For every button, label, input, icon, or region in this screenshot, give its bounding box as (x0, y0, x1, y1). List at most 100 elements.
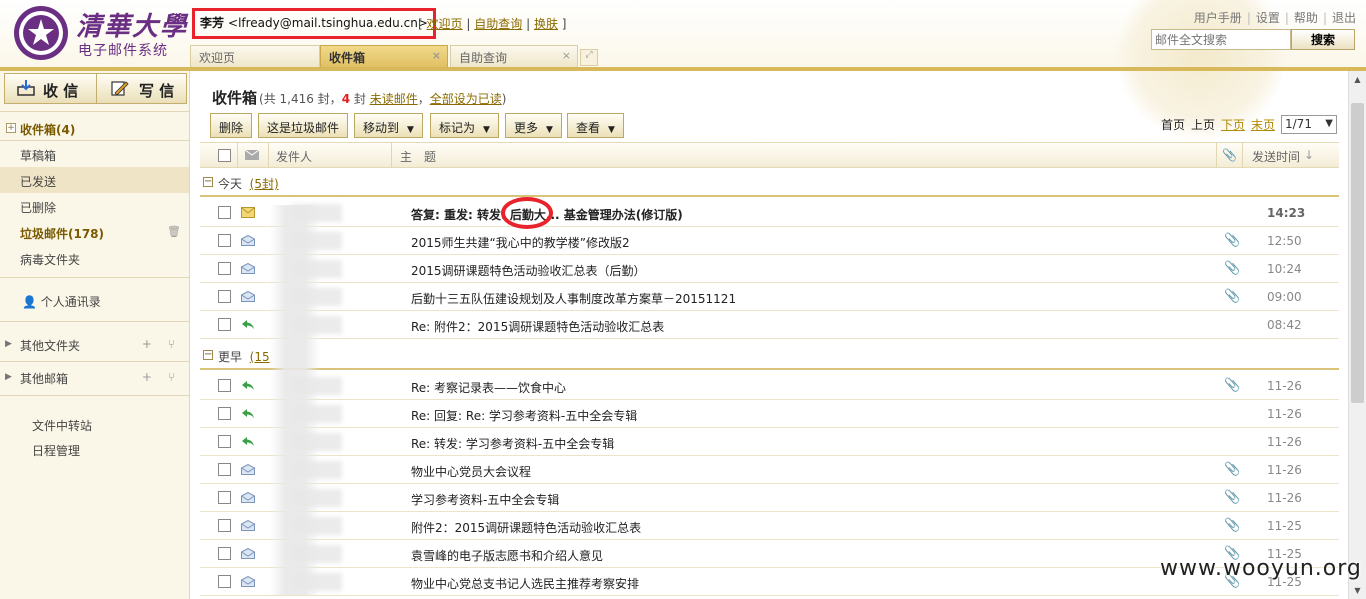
self-query-link[interactable]: 自助查询 (474, 17, 522, 31)
sidebar-item-deleted[interactable]: 已删除 (0, 193, 189, 219)
first-page-link[interactable]: 首页 (1161, 118, 1185, 132)
row-checkbox[interactable] (218, 463, 231, 476)
close-icon[interactable]: × (562, 49, 571, 62)
search-button[interactable]: 搜索 (1291, 29, 1355, 50)
close-icon[interactable]: × (432, 49, 441, 62)
message-subject[interactable]: 袁雪峰的电子版志愿书和介绍人意见 (411, 547, 603, 564)
collapse-icon[interactable]: − (203, 177, 213, 187)
message-subject[interactable]: Re: 转发: 学习参考资料-五中全会专辑 (411, 435, 614, 452)
next-page-link[interactable]: 下页 (1221, 118, 1245, 132)
logout-link[interactable]: 退出 (1332, 11, 1356, 25)
vertical-scrollbar[interactable]: ▲ ▼ (1348, 71, 1366, 599)
scroll-up-icon[interactable]: ▲ (1349, 71, 1366, 88)
expand-triangle-icon[interactable]: ▶ (5, 372, 12, 382)
user-manual-link[interactable]: 用户手册 (1194, 11, 1242, 25)
message-subject[interactable]: 物业中心党总支书记人选民主推荐考察安排 (411, 575, 639, 592)
sidebar-item-other-folders[interactable]: ▶ 其他文件夹 + ⑂ (0, 333, 189, 357)
last-page-link[interactable]: 末页 (1251, 118, 1275, 132)
message-row[interactable]: 2015师生共建“我心中的教学楼”修改版2 📎 12:50 (200, 227, 1339, 255)
sidebar-item-inbox[interactable]: + 收件箱(4) (0, 115, 189, 141)
delete-button[interactable]: 删除 (210, 113, 253, 138)
row-checkbox[interactable] (218, 262, 231, 275)
message-row[interactable]: Re: 考察记录表——饮食中心 📎 11-26 (200, 372, 1339, 400)
tab-self-query[interactable]: 自助查询 × (450, 45, 578, 67)
message-row[interactable]: 后勤十三五队伍建设规划及人事制度改革方案草－20151121 📎 09:00 (200, 283, 1339, 311)
mark-all-read-link[interactable]: 全部设为已读 (430, 92, 502, 106)
compose-button[interactable]: 写 信 (96, 74, 187, 103)
prev-page-link[interactable]: 上页 (1191, 118, 1215, 132)
sort-desc-icon[interactable]: ↓ (1304, 148, 1314, 162)
sidebar-item-file-transfer[interactable]: 文件中转站 (0, 411, 189, 437)
column-subject[interactable]: 主 题 (400, 148, 436, 165)
unread-mail-link[interactable]: 未读邮件 (370, 92, 418, 106)
receive-button[interactable]: 收 信 (5, 74, 96, 103)
settings-link[interactable]: 设置 (1256, 11, 1280, 25)
search-input[interactable] (1151, 29, 1291, 50)
group-count[interactable]: (15 (250, 350, 270, 364)
sidebar-item-spam[interactable]: 垃圾邮件(178) 🗑 (0, 219, 189, 245)
row-checkbox[interactable] (218, 519, 231, 532)
message-row[interactable]: Re: 附件2：2015调研课题特色活动验收汇总表 08:42 (200, 311, 1339, 339)
message-row[interactable]: 答复: 重发: 转发: 后勤大... 基金管理办法(修订版) 14:23 (200, 199, 1339, 227)
page-select[interactable]: 1/71 ▼ (1281, 115, 1337, 134)
column-date[interactable]: 发送时间 (1252, 148, 1300, 165)
tab-expand-icon[interactable]: ⤢ (580, 49, 598, 66)
change-skin-link[interactable]: 换肤 (534, 17, 558, 31)
message-subject[interactable]: 后勤十三五队伍建设规划及人事制度改革方案草－20151121 (411, 290, 736, 307)
trash-icon[interactable]: 🗑 (167, 225, 181, 238)
sidebar-item-calendar[interactable]: 日程管理 (0, 436, 189, 462)
scroll-thumb[interactable] (1351, 103, 1364, 403)
message-subject[interactable]: Re: 附件2：2015调研课题特色活动验收汇总表 (411, 318, 664, 335)
mark-spam-button[interactable]: 这是垃圾邮件 (258, 113, 349, 138)
message-subject[interactable]: 学习参考资料-五中全会专辑 (411, 491, 559, 508)
message-subject[interactable]: 物业中心党员大会议程 (411, 463, 531, 480)
more-dropdown[interactable]: 更多 ▼ (505, 113, 562, 138)
group-earlier[interactable]: − 更早 (15 (200, 342, 1339, 370)
message-row[interactable]: 2015调研课题特色活动验收汇总表（后勤） 📎 10:24 (200, 255, 1339, 283)
message-row[interactable]: Re: 转发: 学习参考资料-五中全会专辑 11-26 (200, 428, 1339, 456)
sidebar-item-sent[interactable]: 已发送 (0, 167, 189, 193)
message-subject[interactable]: Re: 回复: Re: 学习参考资料-五中全会专辑 (411, 407, 637, 424)
row-checkbox[interactable] (218, 575, 231, 588)
scroll-down-icon[interactable]: ▼ (1349, 582, 1366, 599)
message-subject[interactable]: Re: 考察记录表——饮食中心 (411, 379, 566, 396)
row-checkbox[interactable] (218, 290, 231, 303)
welcome-link[interactable]: 欢迎页 (427, 17, 463, 31)
view-dropdown[interactable]: 查看 ▼ (567, 113, 624, 138)
mark-as-dropdown[interactable]: 标记为 ▼ (430, 113, 499, 138)
sidebar-item-contacts[interactable]: 👤 个人通讯录 (0, 287, 189, 313)
row-checkbox[interactable] (218, 491, 231, 504)
move-to-dropdown[interactable]: 移动到 ▼ (354, 113, 423, 138)
message-row[interactable]: Re: 回复: Re: 学习参考资料-五中全会专辑 11-26 (200, 400, 1339, 428)
add-folder-icon[interactable]: + ⑂ (142, 337, 181, 351)
row-checkbox[interactable] (218, 206, 231, 219)
tab-inbox[interactable]: 收件箱 × (320, 45, 448, 67)
message-subject[interactable]: 附件2：2015调研课题特色活动验收汇总表 (411, 519, 641, 536)
group-count[interactable]: (5封) (250, 177, 279, 191)
expand-icon[interactable]: + (6, 123, 16, 133)
tab-welcome[interactable]: 欢迎页 (190, 45, 320, 67)
sidebar-item-drafts[interactable]: 草稿箱 (0, 141, 189, 167)
row-checkbox[interactable] (218, 547, 231, 560)
select-all-checkbox[interactable] (218, 149, 231, 162)
row-checkbox[interactable] (218, 407, 231, 420)
group-today[interactable]: − 今天 (5封) (200, 169, 1339, 197)
message-subject[interactable]: 2015调研课题特色活动验收汇总表（后勤） (411, 262, 646, 279)
message-subject[interactable]: 2015师生共建“我心中的教学楼”修改版2 (411, 234, 630, 251)
attachment-icon[interactable]: 📎 (1222, 148, 1237, 162)
help-link[interactable]: 帮助 (1294, 11, 1318, 25)
message-row[interactable]: 物业中心党员大会议程 📎 11-26 (200, 456, 1339, 484)
message-row[interactable]: 附件2：2015调研课题特色活动验收汇总表 📎 11-25 (200, 512, 1339, 540)
logo-seal-icon[interactable] (10, 4, 72, 62)
message-row[interactable]: 学习参考资料-五中全会专辑 📎 11-26 (200, 484, 1339, 512)
row-checkbox[interactable] (218, 435, 231, 448)
row-checkbox[interactable] (218, 234, 231, 247)
row-checkbox[interactable] (218, 379, 231, 392)
add-mailbox-icon[interactable]: + ⑂ (142, 370, 181, 384)
expand-triangle-icon[interactable]: ▶ (5, 339, 12, 349)
sidebar-item-other-mailboxes[interactable]: ▶ 其他邮箱 + ⑂ (0, 366, 189, 390)
row-checkbox[interactable] (218, 318, 231, 331)
sidebar-item-virus[interactable]: 病毒文件夹 (0, 245, 189, 271)
column-sender[interactable]: 发件人 (276, 148, 312, 165)
collapse-icon[interactable]: − (203, 350, 213, 360)
